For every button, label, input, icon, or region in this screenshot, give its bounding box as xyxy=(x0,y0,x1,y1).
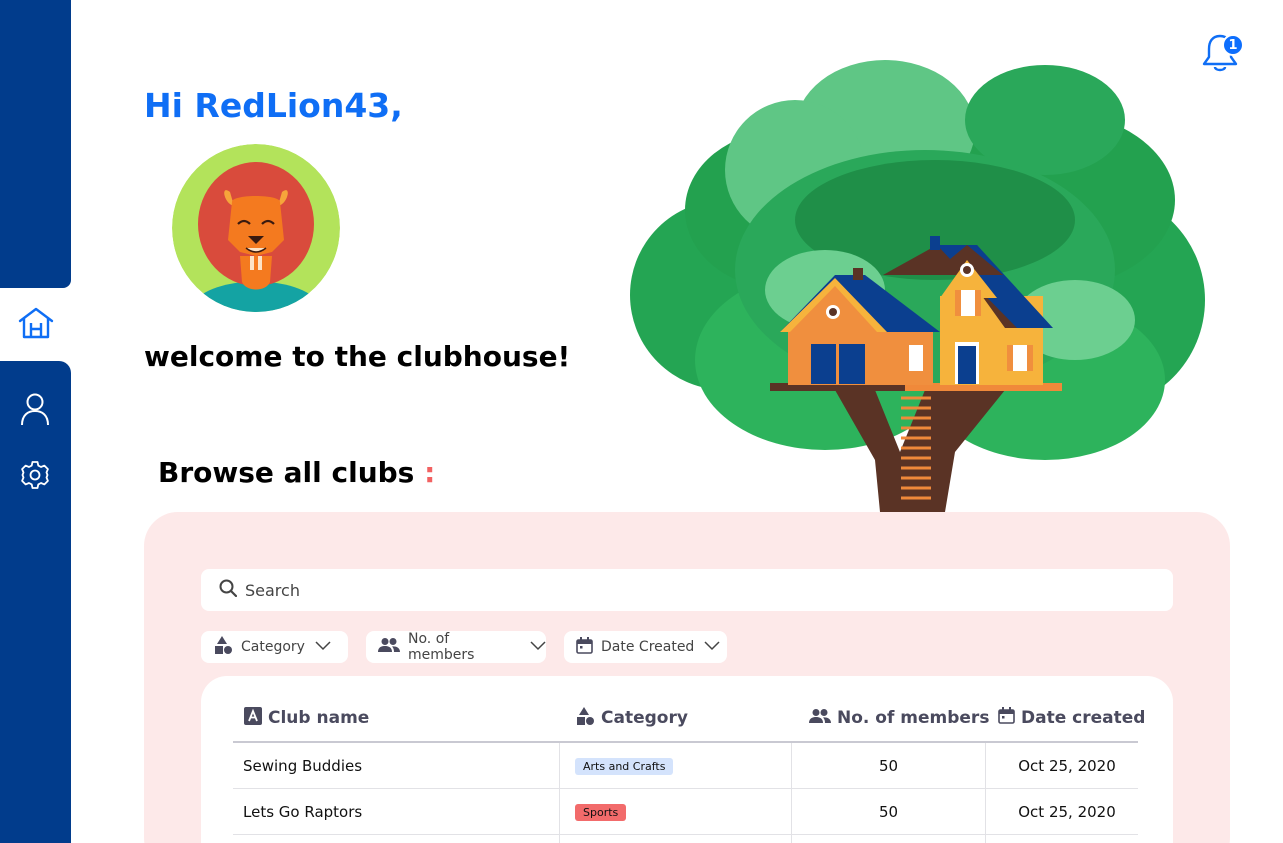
row-divider xyxy=(233,834,1138,835)
search-placeholder: Search xyxy=(245,580,300,600)
calendar-icon xyxy=(998,707,1015,729)
settings-icon xyxy=(20,460,50,494)
shapes-icon xyxy=(575,706,595,730)
letter-a-icon xyxy=(244,706,262,730)
sidebar-bottom xyxy=(0,361,71,843)
category-tag: Sports xyxy=(575,802,627,822)
sidebar-item-profile[interactable] xyxy=(18,392,52,430)
category-tag-label: Arts and Crafts xyxy=(575,757,674,775)
shapes-icon xyxy=(213,636,233,658)
table-row-name[interactable]: Sewing Buddies xyxy=(243,756,362,776)
category-tag-label: Sports xyxy=(575,803,627,821)
search-input[interactable]: Search xyxy=(201,569,1173,611)
browse-title: Browse all clubs xyxy=(158,456,415,489)
profile-icon xyxy=(20,392,50,430)
column-header-date-created[interactable]: Date created xyxy=(998,706,1145,730)
welcome-message: welcome to the clubhouse! xyxy=(144,340,571,373)
table-row-members: 50 xyxy=(878,803,899,821)
notification-badge: 1 xyxy=(1222,34,1244,56)
column-header-club-name[interactable]: Club name xyxy=(244,706,369,730)
column-header-members[interactable]: No. of members xyxy=(809,706,989,730)
avatar[interactable] xyxy=(172,144,340,312)
filter-date-created[interactable]: Date Created xyxy=(564,631,727,663)
column-divider xyxy=(559,743,560,843)
search-icon xyxy=(219,579,238,601)
table-header-divider xyxy=(233,741,1138,743)
chevron-down-icon xyxy=(315,639,331,655)
greeting-title: Hi RedLion43, xyxy=(144,86,403,125)
table-row-date: Oct 25, 2020 xyxy=(1018,803,1116,821)
table-row-date: Oct 25, 2020 xyxy=(1018,757,1116,775)
calendar-icon xyxy=(576,636,593,658)
filter-date-label: Date Created xyxy=(601,639,695,655)
chevron-down-icon xyxy=(530,639,546,655)
chevron-down-icon xyxy=(704,639,720,655)
filter-category[interactable]: Category xyxy=(201,631,348,663)
people-icon xyxy=(809,708,831,728)
filter-members[interactable]: No. of members xyxy=(366,631,546,663)
treehouse-illustration xyxy=(625,60,1215,512)
category-tag: Arts and Crafts xyxy=(575,756,674,776)
sidebar-item-home[interactable] xyxy=(0,290,71,360)
table-row-members: 50 xyxy=(878,757,899,775)
row-divider xyxy=(233,788,1138,789)
sidebar-top xyxy=(0,0,71,288)
filter-category-label: Category xyxy=(241,639,305,655)
sidebar-item-settings[interactable] xyxy=(18,460,52,494)
browse-heading: Browse all clubs : xyxy=(158,456,435,489)
column-header-category[interactable]: Category xyxy=(575,706,688,730)
home-icon xyxy=(17,306,55,344)
people-icon xyxy=(378,638,400,656)
table-row-name[interactable]: Lets Go Raptors xyxy=(243,802,362,822)
browse-colon: : xyxy=(424,456,436,489)
filter-members-label: No. of members xyxy=(408,631,475,663)
